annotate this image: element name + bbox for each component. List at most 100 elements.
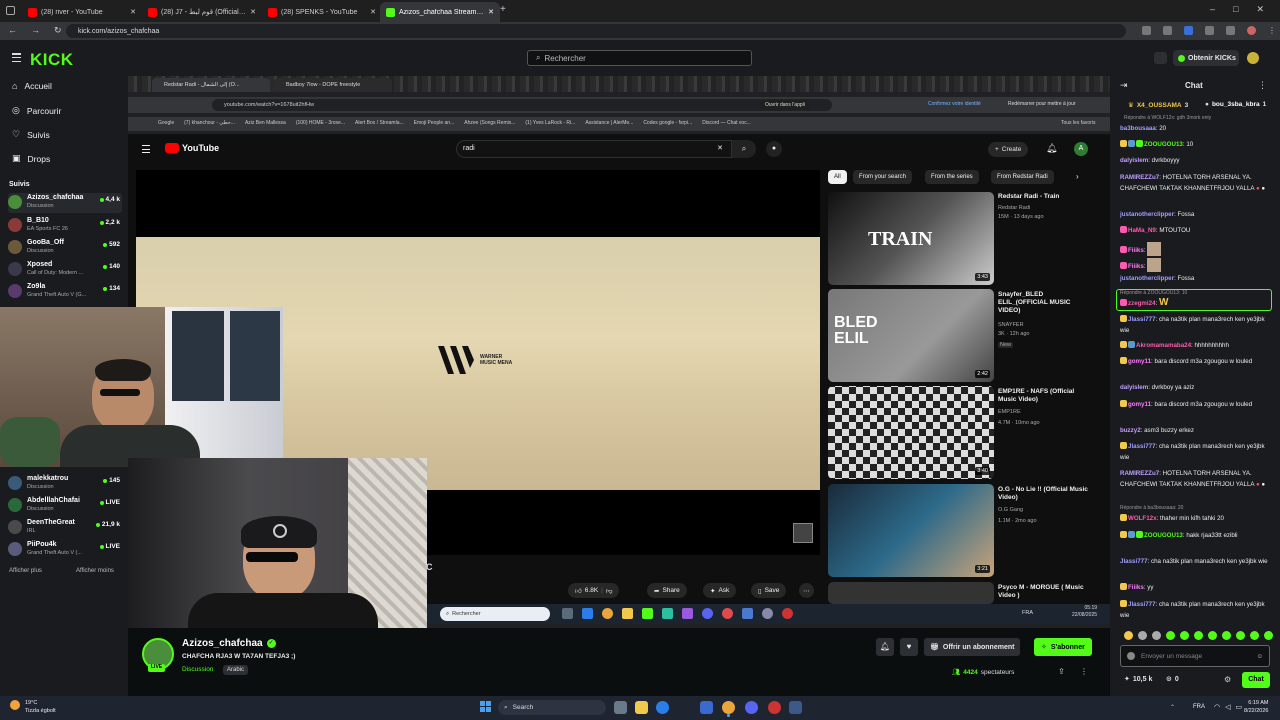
- close-icon[interactable]: ✕: [130, 8, 136, 16]
- app-icon[interactable]: [700, 701, 713, 714]
- chat-username[interactable]: Jlassi777: [1128, 316, 1156, 323]
- followed-channel[interactable]: PiiPou4k Grand Theft Auto V (... LIVE: [8, 540, 122, 560]
- channel-points[interactable]: ✦ 10,5 k: [1124, 675, 1152, 684]
- star-icon[interactable]: [1163, 26, 1172, 35]
- chat-username[interactable]: Fiiiks: [1128, 247, 1144, 254]
- emote-icon[interactable]: [1250, 631, 1259, 640]
- sidebar-item-drops[interactable]: ▣ Drops: [12, 153, 50, 164]
- emote-icon[interactable]: [1194, 631, 1203, 640]
- get-kicks-button[interactable]: Obtenir KICKs: [1173, 50, 1239, 66]
- followed-channel[interactable]: Xposed Call of Duty: Modern ... 140: [8, 260, 122, 280]
- close-window-icon[interactable]: ✕: [1256, 4, 1264, 15]
- close-icon[interactable]: ✕: [488, 8, 494, 16]
- emote-icon[interactable]: [1166, 631, 1175, 640]
- chat-username[interactable]: RAMIREZZu7: [1120, 174, 1159, 181]
- address-bar[interactable]: kick.com/azizos_chafchaa: [66, 24, 1126, 38]
- chat-username[interactable]: gomy11: [1128, 358, 1151, 365]
- share-icon[interactable]: ⇪: [1058, 667, 1065, 676]
- emote-icon[interactable]: [1264, 631, 1273, 640]
- emote-icon[interactable]: [1208, 631, 1217, 640]
- discord-icon[interactable]: [745, 701, 758, 714]
- chat-username[interactable]: Fiiiks: [1128, 263, 1144, 270]
- hamburger-icon[interactable]: [12, 53, 21, 62]
- chat-username[interactable]: WOLF12x: [1128, 515, 1157, 522]
- notification-bell-icon[interactable]: 🔔︎: [876, 638, 894, 656]
- collapse-chat-icon[interactable]: ⇥: [1120, 80, 1128, 91]
- forward-icon[interactable]: →: [31, 25, 40, 36]
- sidebar-item-parcourir[interactable]: ◎ Parcourir: [12, 105, 61, 116]
- show-more-link[interactable]: Afficher plus: [9, 568, 42, 574]
- follow-heart-icon[interactable]: ♥: [900, 638, 918, 656]
- emote-icon[interactable]: [1236, 631, 1245, 640]
- profile-icon[interactable]: [1247, 26, 1256, 35]
- weather-icon[interactable]: [10, 700, 20, 710]
- tray-chevron-icon[interactable]: ⌃: [1170, 704, 1175, 711]
- language-tag[interactable]: Arabic: [223, 665, 249, 675]
- subscribe-button[interactable]: ✧ S'abonner: [1034, 638, 1092, 656]
- file-explorer-icon[interactable]: [635, 701, 648, 714]
- minimize-icon[interactable]: –: [1210, 4, 1215, 15]
- steam-icon[interactable]: [789, 701, 802, 714]
- download-icon[interactable]: [1226, 26, 1235, 35]
- chat-username[interactable]: justanotherclipper: [1120, 211, 1174, 218]
- os-search-box[interactable]: ⌕ Search: [498, 700, 606, 715]
- chat-input[interactable]: Envoyer un message ☺: [1120, 645, 1270, 667]
- followed-channel[interactable]: Azizos_chafchaa Discussion 4,4 k: [8, 193, 122, 213]
- followed-channel[interactable]: DeenTheGreat IRL 21,9 k: [8, 518, 122, 538]
- chat-username[interactable]: gomy11: [1128, 401, 1151, 408]
- menu-icon[interactable]: ⋮: [1268, 26, 1277, 35]
- followed-channel[interactable]: B_B10 EA Sports FC 26 2,2 k: [8, 216, 122, 236]
- sidebar-item-accueil[interactable]: ⌂ Accueil: [12, 81, 52, 91]
- channel-name[interactable]: Azizos_chafchaa: [182, 638, 263, 649]
- battery-icon[interactable]: ▭: [1236, 703, 1243, 711]
- chat-username[interactable]: Jlassi777: [1128, 601, 1156, 608]
- chat-username[interactable]: dalyislem: [1120, 157, 1148, 164]
- os-language[interactable]: FRA: [1193, 704, 1205, 710]
- chat-username[interactable]: HaMa_N9: [1128, 227, 1156, 234]
- browser-tab-1[interactable]: (28) river - YouTube ✕: [22, 2, 142, 22]
- emote-icon[interactable]: [1222, 631, 1231, 640]
- sidebar-item-suivis[interactable]: ♡ Suivis: [12, 129, 50, 140]
- followed-channel[interactable]: GooBa_Off Discussion 592: [8, 238, 122, 258]
- chat-username[interactable]: zzegmi24: [1128, 300, 1156, 307]
- followed-channel[interactable]: malekkatrou Discussion 145: [8, 474, 122, 494]
- emote-icon[interactable]: [1124, 631, 1133, 640]
- stream-category[interactable]: Discussion: [182, 666, 213, 673]
- more-options-icon[interactable]: ⋮: [1080, 667, 1088, 676]
- chat-menu-icon[interactable]: ⋮: [1258, 80, 1267, 91]
- chat-username[interactable]: ba3bousaaa: [1120, 125, 1156, 132]
- chat-username[interactable]: Jlassi777: [1128, 443, 1156, 450]
- maximize-icon[interactable]: □: [1233, 4, 1238, 15]
- browser-tab-2[interactable]: (28) J7 - قوم ليط (Official Lyric... ✕: [142, 2, 262, 22]
- user-avatar[interactable]: [1247, 52, 1259, 64]
- task-view-icon[interactable]: [614, 701, 627, 714]
- gift-sub-button[interactable]: 🎁︎ Offrir un abonnement: [924, 638, 1021, 656]
- wifi-icon[interactable]: ◠: [1214, 703, 1220, 711]
- edge-icon[interactable]: [656, 701, 669, 714]
- chrome-icon[interactable]: [722, 701, 735, 714]
- followed-channel[interactable]: Zo9la Grand Theft Auto V (G... 134: [8, 282, 122, 302]
- translate-icon[interactable]: [1142, 26, 1151, 35]
- reload-icon[interactable]: ↻: [54, 25, 62, 36]
- chat-username[interactable]: dalyislem: [1120, 384, 1148, 391]
- wallet-icon[interactable]: [1154, 52, 1167, 64]
- back-icon[interactable]: ←: [8, 25, 17, 36]
- os-clock[interactable]: 6:19 AM 8/22/2026: [1244, 699, 1268, 715]
- followed-channel[interactable]: AbdelllahChafai Discussion LIVE: [8, 496, 122, 516]
- chat-username[interactable]: RAMIREZZu7: [1120, 470, 1159, 477]
- tab-list-icon[interactable]: [6, 6, 15, 15]
- kicks-balance[interactable]: ⊙ 0: [1166, 675, 1179, 684]
- emote-icon[interactable]: [1138, 631, 1147, 640]
- chat-username[interactable]: Fiiiks: [1128, 584, 1144, 591]
- emote-icon[interactable]: [1180, 631, 1189, 640]
- search-input[interactable]: ⌕ Rechercher: [527, 50, 752, 66]
- obs-icon[interactable]: [768, 701, 781, 714]
- close-icon[interactable]: ✕: [250, 8, 256, 16]
- kick-logo[interactable]: KICK: [30, 50, 74, 70]
- browser-tab-4[interactable]: Azizos_chafchaa Stream - W... ✕: [380, 2, 500, 22]
- browser-tab-3[interactable]: (28) SPENKS - YouTube ✕: [262, 2, 382, 22]
- windows-start-icon[interactable]: [480, 701, 491, 712]
- volume-icon[interactable]: ◁: [1225, 703, 1230, 711]
- weather-widget[interactable]: 19°C Tizzla égbolt: [25, 699, 56, 715]
- emote-icon[interactable]: [1152, 631, 1161, 640]
